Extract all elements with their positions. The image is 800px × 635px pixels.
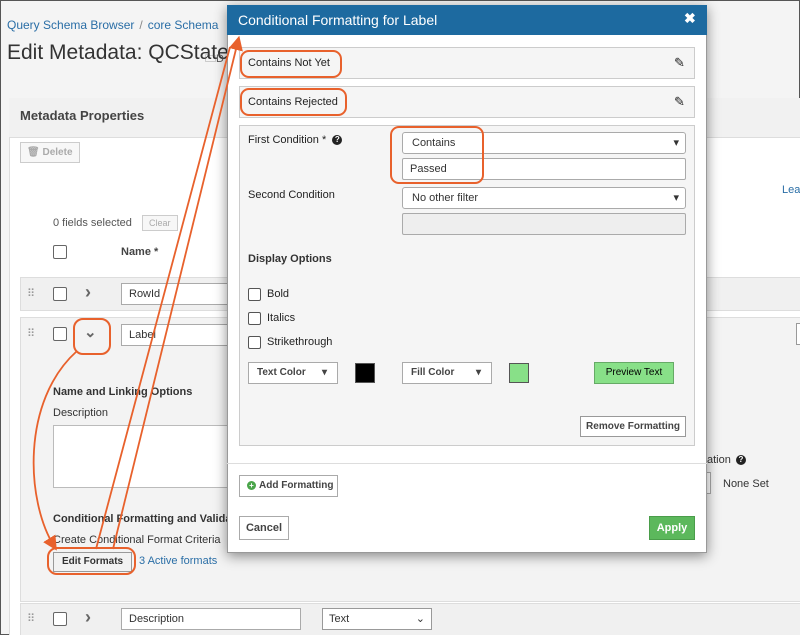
add-formatting-button[interactable]: + Add Formatting bbox=[239, 475, 338, 497]
conditional-formatting-title: Conditional Formatting and Validat bbox=[53, 513, 236, 525]
first-condition-label-text: First Condition * bbox=[248, 134, 327, 146]
italics-checkbox[interactable] bbox=[248, 312, 261, 325]
delete-button-label: Delete bbox=[42, 147, 73, 158]
text-color-swatch[interactable] bbox=[355, 363, 375, 383]
breadcrumb-link-core-schema[interactable]: core Schema bbox=[148, 18, 219, 32]
modal-title: Conditional Formatting for Label bbox=[238, 12, 438, 28]
field-type-value: Text bbox=[329, 613, 350, 625]
none-set-label: None Set bbox=[723, 478, 769, 490]
row-checkbox[interactable] bbox=[53, 612, 67, 626]
field-name-input[interactable]: Label bbox=[121, 324, 231, 346]
pencil-icon[interactable]: ✎ bbox=[674, 55, 685, 71]
title-trail: D bbox=[216, 53, 224, 65]
select-all-checkbox[interactable] bbox=[53, 245, 67, 259]
help-icon[interactable]: ? bbox=[332, 135, 343, 145]
italics-label: Italics bbox=[267, 312, 296, 324]
caret-down-icon: ⌄ bbox=[415, 613, 425, 625]
first-condition-select[interactable]: Contains ▾ bbox=[402, 132, 686, 154]
name-linking-title: Name and Linking Options bbox=[53, 386, 193, 398]
close-icon[interactable]: ✖ bbox=[684, 10, 696, 27]
description-label: Description bbox=[53, 407, 109, 419]
field-type-select[interactable]: Text ⌄ bbox=[322, 608, 432, 630]
strikethrough-label: Strikethrough bbox=[267, 336, 333, 348]
second-condition-op: No other filter bbox=[412, 192, 479, 204]
fields-selected-count: 0 fields selected bbox=[53, 217, 132, 229]
second-condition-select[interactable]: No other filter ▾ bbox=[402, 187, 686, 209]
bold-label: Bold bbox=[267, 288, 290, 300]
apply-button[interactable]: Apply bbox=[649, 516, 695, 540]
caret-down-icon: ▾ bbox=[673, 192, 679, 204]
edit-formats-button[interactable]: Edit Formats bbox=[53, 552, 133, 572]
second-condition-value-input[interactable] bbox=[402, 213, 686, 235]
preview-text: Preview Text bbox=[594, 362, 674, 384]
first-condition-op: Contains bbox=[412, 137, 456, 149]
text-color-label: Text Color bbox=[257, 367, 306, 378]
field-name-input[interactable]: Description bbox=[121, 608, 301, 630]
field-name-input[interactable]: RowId bbox=[121, 283, 231, 305]
folder-icon: 🗀 bbox=[205, 53, 216, 65]
bold-checkbox[interactable] bbox=[248, 288, 261, 301]
help-icon[interactable]: ? bbox=[735, 455, 746, 465]
conditional-format-criteria-text: Create Conditional Format Criteria bbox=[53, 534, 221, 546]
text-color-button[interactable]: Text Color ▾ bbox=[248, 362, 338, 384]
description-textarea[interactable] bbox=[53, 425, 233, 488]
cancel-button[interactable]: Cancel bbox=[239, 516, 289, 540]
chevron-right-icon[interactable]: › bbox=[85, 282, 91, 303]
plus-circle-icon: + bbox=[247, 481, 256, 490]
page-title: Edit Metadata: QCState bbox=[7, 41, 229, 64]
format-row-label: Contains Not Yet bbox=[248, 57, 330, 69]
panel-heading: Metadata Properties bbox=[20, 108, 145, 123]
active-formats-link[interactable]: 3 Active formats bbox=[139, 555, 217, 567]
breadcrumb-separator: / bbox=[139, 18, 143, 32]
delete-button[interactable]: 🗑 Delete bbox=[20, 142, 80, 163]
format-row-label: Contains Rejected bbox=[248, 96, 338, 108]
row-checkbox[interactable] bbox=[53, 327, 67, 341]
clear-button[interactable]: Clear bbox=[142, 215, 178, 231]
chevron-right-icon[interactable]: › bbox=[85, 607, 91, 628]
caret-down-icon: ▾ bbox=[673, 137, 679, 149]
breadcrumb-link-schema-browser[interactable]: Query Schema Browser bbox=[7, 18, 134, 32]
row-checkbox[interactable] bbox=[53, 287, 67, 301]
fill-color-button[interactable]: Fill Color ▾ bbox=[402, 362, 492, 384]
first-condition-label: First Condition *? bbox=[248, 134, 343, 146]
strikethrough-checkbox[interactable] bbox=[248, 336, 261, 349]
chevron-down-icon[interactable]: ⌄ bbox=[84, 323, 97, 341]
fill-color-label: Fill Color bbox=[411, 367, 455, 378]
display-options-label: Display Options bbox=[248, 253, 332, 265]
right-label: ation ? bbox=[707, 454, 746, 466]
caret-down-icon: ▾ bbox=[475, 367, 481, 378]
pencil-icon[interactable]: ✎ bbox=[674, 94, 685, 110]
trash-icon: 🗑 bbox=[27, 147, 43, 158]
modal-divider bbox=[227, 463, 707, 464]
fill-color-swatch[interactable] bbox=[509, 363, 529, 383]
caret-down-icon: ▾ bbox=[321, 367, 327, 378]
right-label-text: ation bbox=[707, 454, 731, 466]
name-column-header: Name * bbox=[121, 246, 159, 258]
title-folder-area: 🗀D bbox=[205, 50, 224, 69]
drag-handle-icon[interactable]: ⠿ bbox=[27, 327, 35, 340]
right-help-link[interactable]: Lea bbox=[782, 184, 800, 196]
right-input-edge bbox=[707, 472, 711, 494]
breadcrumb: Query Schema Browser / core Schema bbox=[7, 18, 218, 32]
add-formatting-label: Add Formatting bbox=[259, 480, 334, 491]
first-condition-value-input[interactable]: Passed bbox=[402, 158, 686, 180]
drag-handle-icon[interactable]: ⠿ bbox=[27, 287, 35, 300]
row-edge-control bbox=[796, 323, 800, 345]
remove-formatting-button[interactable]: Remove Formatting bbox=[580, 416, 686, 437]
second-condition-label: Second Condition bbox=[248, 189, 335, 201]
drag-handle-icon[interactable]: ⠿ bbox=[27, 612, 35, 625]
